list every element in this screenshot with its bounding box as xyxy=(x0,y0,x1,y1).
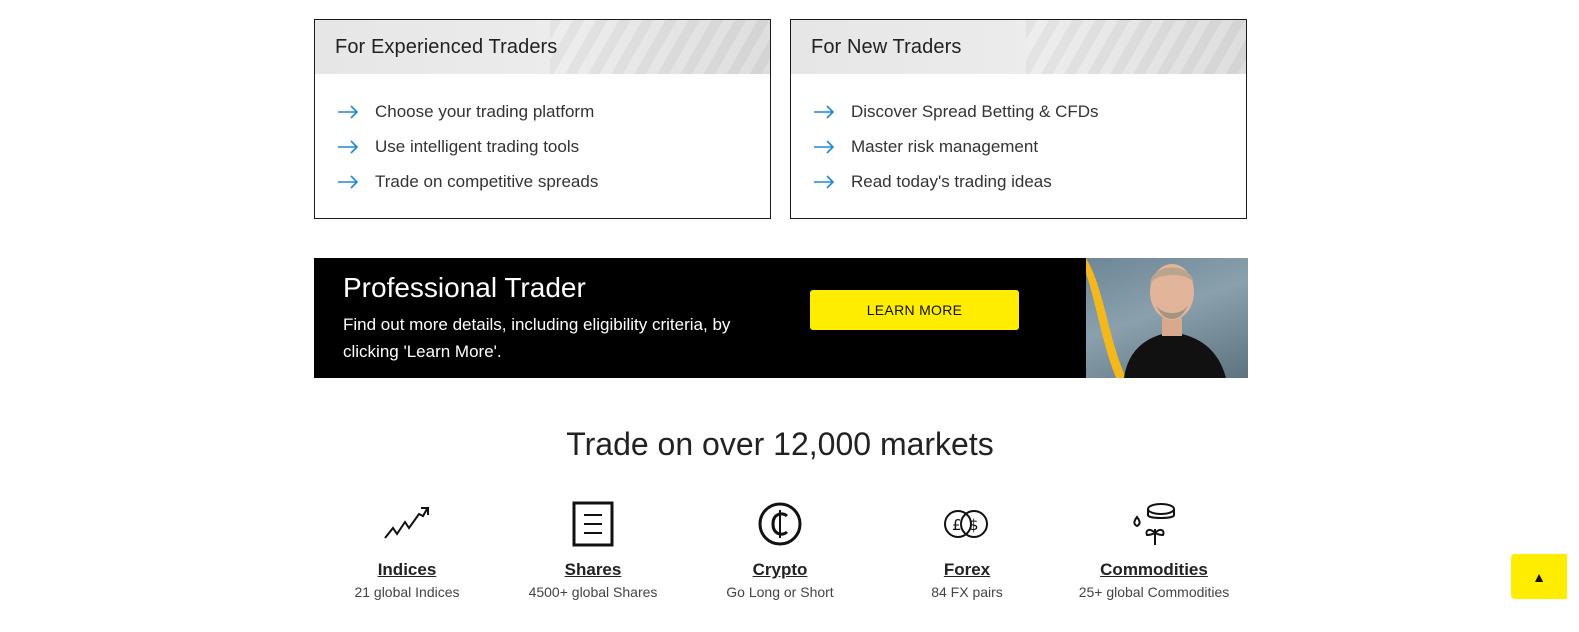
promo-description: Find out more details, including eligibi… xyxy=(343,315,731,361)
card-title: For Experienced Traders xyxy=(335,36,558,58)
arrow-right-icon xyxy=(337,139,375,154)
market-commodities: Commodities 25+ global Commodities xyxy=(1059,498,1249,600)
link-label: Discover Spread Betting & CFDs xyxy=(851,101,1099,121)
trend-up-icon xyxy=(312,498,502,550)
forex-link[interactable]: Forex xyxy=(872,560,1062,580)
market-forex: £ $ Forex 84 FX pairs xyxy=(872,498,1062,600)
link-trading-tools[interactable]: Use intelligent trading tools xyxy=(337,129,598,164)
link-label: Read today's trading ideas xyxy=(851,171,1052,191)
commodities-link[interactable]: Commodities xyxy=(1059,560,1249,580)
shares-subtitle: 4500+ global Shares xyxy=(528,584,658,600)
arrow-right-icon xyxy=(337,104,375,119)
link-label: Master risk management xyxy=(851,136,1039,156)
card-header: For New Traders xyxy=(791,20,1246,74)
card-title: For New Traders xyxy=(811,36,962,58)
link-risk-management[interactable]: Master risk management xyxy=(813,129,1099,164)
commodities-icon xyxy=(1059,498,1249,550)
crypto-subtitle: Go Long or Short xyxy=(726,584,834,600)
new-traders-card: For New Traders Discover Spread Betting … xyxy=(790,19,1247,219)
document-icon xyxy=(498,498,688,550)
arrow-right-icon xyxy=(813,104,851,119)
indices-subtitle: 21 global Indices xyxy=(354,584,460,600)
market-shares: Shares 4500+ global Shares xyxy=(498,498,688,600)
link-competitive-spreads[interactable]: Trade on competitive spreads xyxy=(337,164,598,199)
commodities-subtitle: 25+ global Commodities xyxy=(1078,584,1230,600)
link-label: Choose your trading platform xyxy=(375,101,595,121)
card-header: For Experienced Traders xyxy=(315,20,770,74)
link-trading-ideas[interactable]: Read today's trading ideas xyxy=(813,164,1099,199)
crypto-coin-icon xyxy=(685,498,875,550)
market-indices: Indices 21 global Indices xyxy=(312,498,502,600)
market-crypto: Crypto Go Long or Short xyxy=(685,498,875,600)
crypto-link[interactable]: Crypto xyxy=(685,560,875,580)
link-spread-betting[interactable]: Discover Spread Betting & CFDs xyxy=(813,94,1099,129)
markets-heading: Trade on over 12,000 markets xyxy=(566,426,994,462)
trader-portrait-image xyxy=(1086,258,1248,378)
experienced-traders-card: For Experienced Traders Choose your trad… xyxy=(314,19,771,219)
learn-more-button[interactable]: LEARN MORE xyxy=(810,290,1019,330)
arrow-right-icon xyxy=(813,139,851,154)
promo-title: Professional Trader xyxy=(343,272,586,303)
header-background-image xyxy=(1026,20,1246,74)
currency-exchange-icon: £ $ xyxy=(872,498,1062,550)
new-trader-links: Discover Spread Betting & CFDs Master ri… xyxy=(813,94,1099,199)
svg-text:£: £ xyxy=(952,516,962,534)
back-to-top-button[interactable]: ▲ xyxy=(1511,554,1567,599)
link-trading-platform[interactable]: Choose your trading platform xyxy=(337,94,598,129)
shares-link[interactable]: Shares xyxy=(498,560,688,580)
header-background-image xyxy=(550,20,770,74)
link-label: Trade on competitive spreads xyxy=(375,171,599,191)
link-label: Use intelligent trading tools xyxy=(375,136,580,156)
arrow-right-icon xyxy=(813,174,851,189)
forex-subtitle: 84 FX pairs xyxy=(931,584,1003,600)
svg-text:$: $ xyxy=(969,516,979,534)
experienced-links: Choose your trading platform Use intelli… xyxy=(337,94,598,199)
indices-link[interactable]: Indices xyxy=(312,560,502,580)
arrow-right-icon xyxy=(337,174,375,189)
professional-trader-banner: Professional Trader Find out more detail… xyxy=(314,258,1248,378)
